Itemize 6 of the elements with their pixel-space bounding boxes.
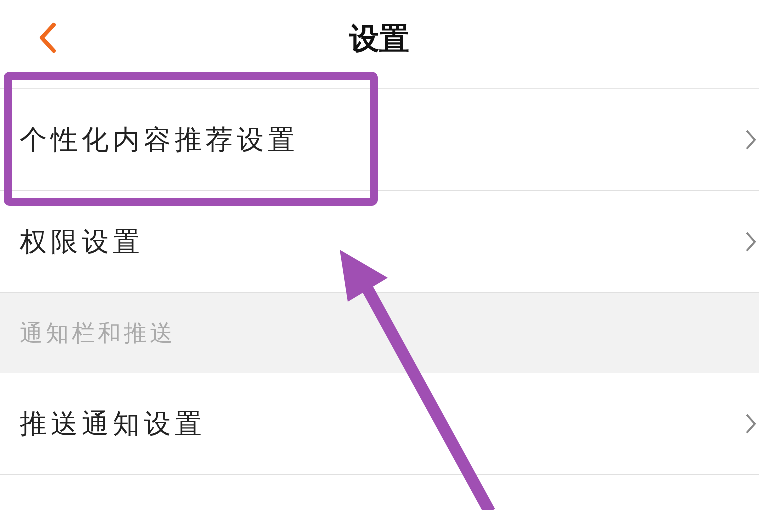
chevron-icon [745,412,757,434]
chevron-icon [745,230,757,252]
back-icon[interactable] [38,22,58,54]
page-title: 设置 [350,20,410,58]
section-heading: 通知栏和推送 [0,293,759,373]
chevron-icon [745,128,757,150]
